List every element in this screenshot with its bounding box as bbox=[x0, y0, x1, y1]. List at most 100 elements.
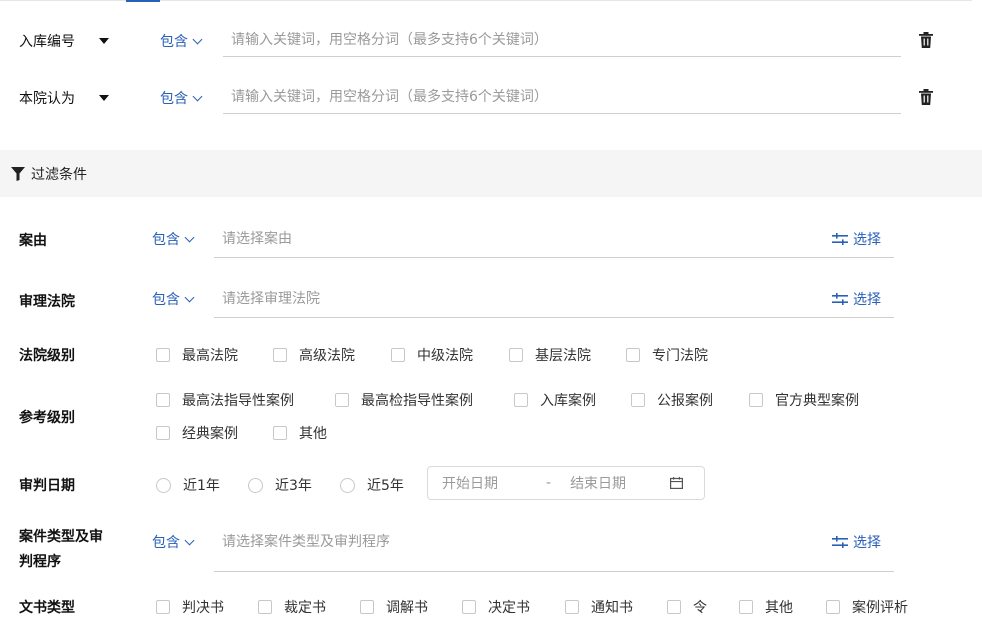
checkbox-label: 令 bbox=[693, 600, 707, 616]
checkbox-doc-ruling[interactable]: 裁定书 bbox=[258, 597, 326, 617]
checkbox-doc-case-review[interactable]: 案例评析 bbox=[826, 597, 908, 617]
radio-circle[interactable] bbox=[156, 477, 171, 493]
checkbox-box[interactable] bbox=[509, 348, 523, 362]
checkbox-ref-classic-case[interactable]: 经典案例 bbox=[156, 423, 238, 443]
checkbox-box[interactable] bbox=[631, 393, 645, 407]
checkbox-label: 基层法院 bbox=[535, 348, 591, 364]
checkbox-ref-official-typical[interactable]: 官方典型案例 bbox=[749, 390, 859, 410]
checkbox-court-level-special[interactable]: 专门法院 bbox=[626, 345, 708, 365]
checkbox-box[interactable] bbox=[156, 348, 170, 362]
checkbox-label: 调解书 bbox=[386, 600, 428, 616]
checkbox-ref-procuratorate-guiding[interactable]: 最高检指导性案例 bbox=[335, 390, 473, 410]
case-type-select-button[interactable]: 选择 bbox=[832, 532, 881, 552]
court-input[interactable] bbox=[214, 281, 894, 318]
checkbox-label: 最高法院 bbox=[182, 348, 238, 364]
select-label: 选择 bbox=[853, 535, 881, 551]
keyword-input-benyuan[interactable] bbox=[223, 81, 901, 114]
checkbox-box[interactable] bbox=[360, 600, 374, 614]
checkbox-label: 其他 bbox=[765, 600, 793, 616]
match-label: 包含 bbox=[152, 232, 180, 248]
checkbox-label: 中级法院 bbox=[417, 348, 473, 364]
caret-down-icon bbox=[99, 95, 109, 101]
trash-icon[interactable] bbox=[919, 89, 933, 105]
chevron-down-icon bbox=[184, 292, 195, 303]
checkbox-court-level-basic[interactable]: 基层法院 bbox=[509, 345, 591, 365]
checkbox-doc-other[interactable]: 其他 bbox=[739, 597, 793, 617]
checkbox-label: 最高检指导性案例 bbox=[361, 393, 473, 409]
checkbox-label: 专门法院 bbox=[652, 348, 708, 364]
chevron-down-icon bbox=[192, 91, 203, 102]
start-date-input[interactable]: 开始日期 bbox=[442, 473, 498, 493]
checkbox-doc-decision[interactable]: 决定书 bbox=[462, 597, 530, 617]
checkbox-box[interactable] bbox=[749, 393, 763, 407]
checkbox-box[interactable] bbox=[335, 393, 349, 407]
chevron-down-icon bbox=[184, 232, 195, 243]
court-level-label: 法院级别 bbox=[19, 348, 75, 364]
checkbox-box[interactable] bbox=[626, 348, 640, 362]
checkbox-box[interactable] bbox=[667, 600, 681, 614]
match-label: 包含 bbox=[152, 535, 180, 551]
checkbox-ref-gazette-case[interactable]: 公报案例 bbox=[631, 390, 713, 410]
checkbox-ref-other[interactable]: 其他 bbox=[273, 423, 327, 443]
calendar-icon[interactable] bbox=[670, 477, 684, 489]
checkbox-ref-library-case[interactable]: 入库案例 bbox=[514, 390, 596, 410]
match-select-ruku[interactable]: 包含 bbox=[160, 31, 203, 51]
chevron-down-icon bbox=[192, 34, 203, 45]
select-label: 选择 bbox=[853, 292, 881, 308]
radio-circle[interactable] bbox=[340, 477, 355, 493]
radio-circle[interactable] bbox=[248, 477, 263, 493]
checkbox-doc-notice[interactable]: 通知书 bbox=[565, 597, 633, 617]
checkbox-box[interactable] bbox=[156, 393, 170, 407]
radio-date-3-years[interactable]: 近3年 bbox=[248, 475, 312, 495]
checkbox-box[interactable] bbox=[739, 600, 753, 614]
radio-label: 近1年 bbox=[183, 478, 220, 494]
checkbox-label: 决定书 bbox=[488, 600, 530, 616]
sliders-icon bbox=[832, 233, 848, 245]
checkbox-label: 高级法院 bbox=[299, 348, 355, 364]
checkbox-box[interactable] bbox=[462, 600, 476, 614]
checkbox-court-level-supreme[interactable]: 最高法院 bbox=[156, 345, 238, 365]
field-select-ruku[interactable]: 入库编号 bbox=[19, 31, 109, 51]
court-select-button[interactable]: 选择 bbox=[832, 289, 881, 309]
checkbox-box[interactable] bbox=[273, 348, 287, 362]
trash-icon[interactable] bbox=[919, 32, 933, 48]
checkbox-box[interactable] bbox=[514, 393, 528, 407]
checkbox-box[interactable] bbox=[391, 348, 405, 362]
checkbox-doc-judgment[interactable]: 判决书 bbox=[156, 597, 224, 617]
keyword-input-ruku[interactable] bbox=[223, 24, 901, 57]
match-select-benyuan[interactable]: 包含 bbox=[160, 88, 203, 108]
select-label: 选择 bbox=[853, 232, 881, 248]
checkbox-box[interactable] bbox=[273, 426, 287, 440]
match-label: 包含 bbox=[160, 34, 188, 50]
radio-date-5-years[interactable]: 近5年 bbox=[340, 475, 404, 495]
cause-match-select[interactable]: 包含 bbox=[152, 229, 195, 249]
checkbox-label: 官方典型案例 bbox=[775, 393, 859, 409]
checkbox-doc-order[interactable]: 令 bbox=[667, 597, 707, 617]
checkbox-box[interactable] bbox=[826, 600, 840, 614]
checkbox-court-level-intermediate[interactable]: 中级法院 bbox=[391, 345, 473, 365]
end-date-input[interactable]: 结束日期 bbox=[570, 473, 626, 493]
case-type-match-select[interactable]: 包含 bbox=[152, 532, 195, 552]
field-label: 入库编号 bbox=[19, 34, 75, 50]
cause-select-button[interactable]: 选择 bbox=[832, 229, 881, 249]
checkbox-box[interactable] bbox=[565, 600, 579, 614]
ref-level-label: 参考级别 bbox=[19, 410, 75, 426]
checkbox-ref-supreme-court-guiding[interactable]: 最高法指导性案例 bbox=[156, 390, 294, 410]
date-range-picker[interactable]: 开始日期 - 结束日期 bbox=[427, 466, 705, 500]
field-select-benyuan[interactable]: 本院认为 bbox=[19, 88, 109, 108]
checkbox-box[interactable] bbox=[258, 600, 272, 614]
cause-label: 案由 bbox=[19, 233, 47, 249]
cause-input[interactable] bbox=[214, 221, 894, 258]
case-type-label-line1: 案件类型及审 bbox=[19, 529, 103, 545]
checkbox-doc-mediation[interactable]: 调解书 bbox=[360, 597, 428, 617]
court-match-select[interactable]: 包含 bbox=[152, 289, 195, 309]
court-label: 审理法院 bbox=[19, 294, 75, 310]
checkbox-court-level-high[interactable]: 高级法院 bbox=[273, 345, 355, 365]
checkbox-box[interactable] bbox=[156, 426, 170, 440]
case-type-label-line2: 判程序 bbox=[19, 554, 61, 570]
checkbox-label: 通知书 bbox=[591, 600, 633, 616]
checkbox-label: 经典案例 bbox=[182, 426, 238, 442]
case-type-input[interactable] bbox=[214, 524, 894, 572]
radio-date-1-year[interactable]: 近1年 bbox=[156, 475, 220, 495]
checkbox-box[interactable] bbox=[156, 600, 170, 614]
